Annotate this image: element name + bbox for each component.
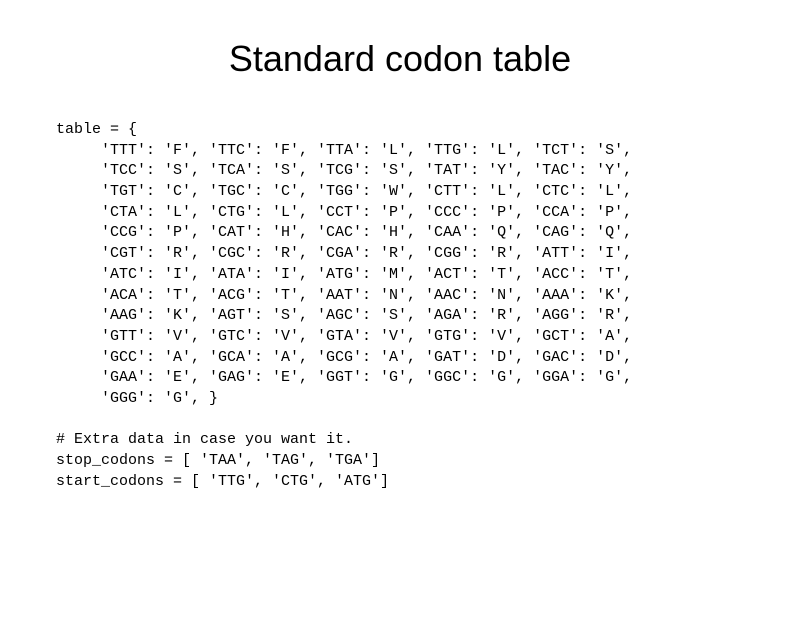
code-line: 'GGG': 'G', }	[56, 390, 218, 407]
code-line: 'ATC': 'I', 'ATA': 'I', 'ATG': 'M', 'ACT…	[56, 266, 632, 283]
code-line: 'GAA': 'E', 'GAG': 'E', 'GGT': 'G', 'GGC…	[56, 369, 632, 386]
code-line: 'TCC': 'S', 'TCA': 'S', 'TCG': 'S', 'TAT…	[56, 162, 632, 179]
codon-table-code: table = { 'TTT': 'F', 'TTC': 'F', 'TTA':…	[56, 120, 800, 492]
code-line: table = {	[56, 121, 137, 138]
code-line: 'TGT': 'C', 'TGC': 'C', 'TGG': 'W', 'CTT…	[56, 183, 632, 200]
code-line: 'GCC': 'A', 'GCA': 'A', 'GCG': 'A', 'GAT…	[56, 349, 632, 366]
code-comment: # Extra data in case you want it.	[56, 431, 353, 448]
code-line: stop_codons = [ 'TAA', 'TAG', 'TGA']	[56, 452, 380, 469]
code-line: 'CTA': 'L', 'CTG': 'L', 'CCT': 'P', 'CCC…	[56, 204, 632, 221]
code-line: 'TTT': 'F', 'TTC': 'F', 'TTA': 'L', 'TTG…	[56, 142, 632, 159]
code-line: 'ACA': 'T', 'ACG': 'T', 'AAT': 'N', 'AAC…	[56, 287, 632, 304]
code-line: 'CCG': 'P', 'CAT': 'H', 'CAC': 'H', 'CAA…	[56, 224, 632, 241]
page-title: Standard codon table	[0, 38, 800, 80]
code-line: 'GTT': 'V', 'GTC': 'V', 'GTA': 'V', 'GTG…	[56, 328, 632, 345]
code-line: start_codons = [ 'TTG', 'CTG', 'ATG']	[56, 473, 389, 490]
code-line: 'AAG': 'K', 'AGT': 'S', 'AGC': 'S', 'AGA…	[56, 307, 632, 324]
code-line: 'CGT': 'R', 'CGC': 'R', 'CGA': 'R', 'CGG…	[56, 245, 632, 262]
